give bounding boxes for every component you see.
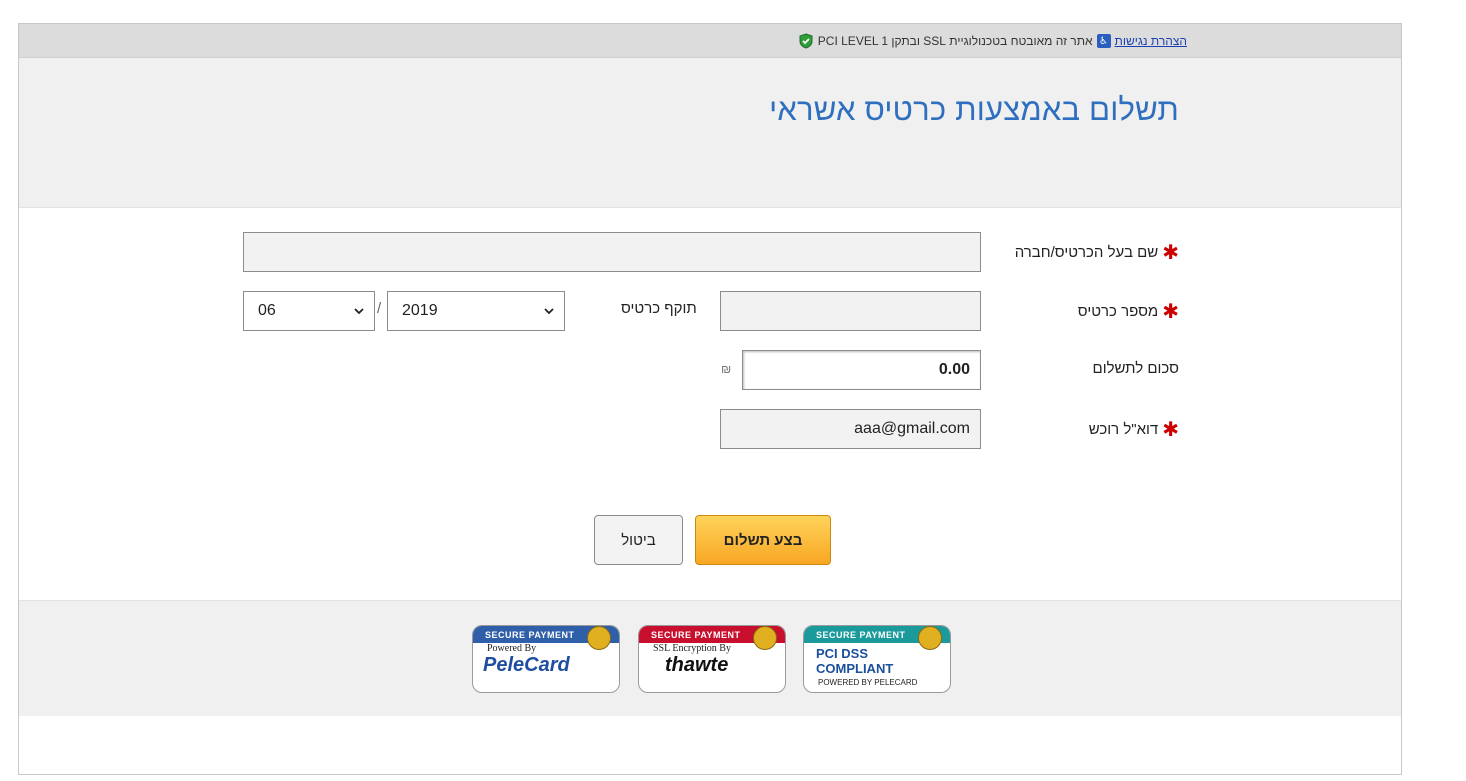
card-number-label: מספר כרטיס (1077, 303, 1159, 320)
expiry-year-value: 2019 (402, 302, 438, 319)
expiry-month-select[interactable]: 06 (243, 291, 375, 331)
email-label: דוא"ל רוכש (1088, 421, 1159, 438)
lock-icon (753, 626, 777, 650)
security-badges-footer: SECURE PAYMENT Powered By PeleCard SECUR… (19, 600, 1401, 716)
badge-brand: PCI DSS COMPLIANT (816, 646, 894, 676)
amount-label: סכום לתשלום (1092, 360, 1179, 377)
chevron-down-icon (544, 308, 554, 315)
email-input[interactable]: aaa@gmail.com (720, 409, 981, 449)
page-header: תשלום באמצעות כרטיס אשראי (19, 58, 1401, 208)
amount-input: 0.00 (742, 350, 981, 390)
chevron-down-icon (354, 308, 364, 315)
page-title: תשלום באמצעות כרטיס אשראי (769, 92, 1179, 127)
pay-button[interactable]: בצע תשלום (695, 515, 831, 565)
security-text: אתר זה מאובטח בטכנולוגיית SSL ובתקן PCI … (817, 34, 1093, 48)
lock-icon (918, 626, 942, 650)
thawte-badge: SECURE PAYMENT SSL Encryption By thawte (638, 625, 786, 693)
badge-brand: PeleCard (483, 654, 570, 676)
payment-page: אתר זה מאובטח בטכנולוגיית SSL ובתקן PCI … (18, 23, 1402, 775)
cancel-button[interactable]: ביטול (594, 515, 683, 565)
required-marker: ✱ (1162, 419, 1179, 441)
security-bar: אתר זה מאובטח בטכנולוגיית SSL ובתקן PCI … (19, 24, 1401, 58)
badge-brand: thawte (665, 654, 729, 676)
security-bar-content: אתר זה מאובטח בטכנולוגיית SSL ובתקן PCI … (798, 33, 1187, 49)
pci-dss-badge: SECURE PAYMENT PCI DSS COMPLIANT POWERED… (803, 625, 951, 693)
email-label-wrap: ✱דוא"ל רוכש (1088, 415, 1179, 441)
accessibility-statement-link[interactable]: הצהרת נגישות (1115, 34, 1187, 48)
cardholder-label: שם בעל הכרטיס/חברה (1014, 244, 1159, 261)
card-number-label-wrap: ✱מספר כרטיס (1077, 297, 1179, 323)
expiry-label: תוקף כרטיס (621, 300, 697, 317)
required-marker: ✱ (1162, 301, 1179, 323)
cardholder-input[interactable] (243, 232, 981, 272)
card-number-input[interactable] (720, 291, 981, 331)
expiry-month-value: 06 (258, 302, 276, 319)
badge-sub: POWERED BY PELECARD (818, 678, 918, 687)
required-marker: ✱ (1162, 242, 1179, 264)
accessibility-icon[interactable]: ♿ (1096, 34, 1111, 48)
cardholder-label-wrap: ✱שם בעל הכרטיס/חברה (1014, 238, 1179, 264)
shield-icon (799, 33, 813, 49)
expiry-year-select[interactable]: 2019 (387, 291, 565, 331)
lock-icon (587, 626, 611, 650)
currency-symbol: ₪ (721, 362, 732, 376)
expiry-separator: / (377, 300, 382, 317)
pelecard-badge: SECURE PAYMENT Powered By PeleCard (472, 625, 620, 693)
